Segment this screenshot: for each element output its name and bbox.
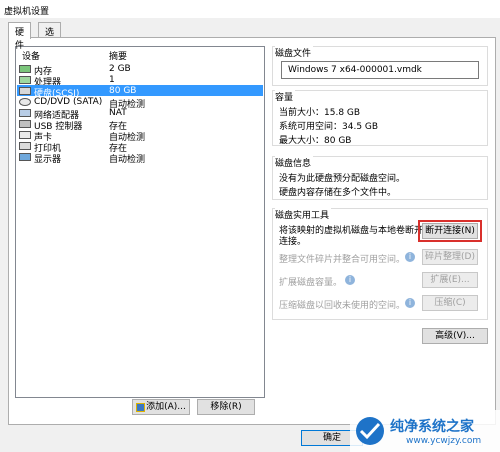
device-summary: 2 GB xyxy=(109,64,131,74)
disk-utilities-group: 磁盘实用工具 将该映射的虚拟机磁盘与本地卷断开 连接。 断开连接(N) 整理文件… xyxy=(272,208,488,320)
capacity-max: 最大大小：80 GB xyxy=(279,136,352,146)
defrag-button[interactable]: 碎片整理(D) xyxy=(422,249,478,265)
cdrom-icon xyxy=(19,98,31,106)
watermark-text: 纯净系统之家 xyxy=(390,419,474,435)
watermark-url: www.ycwjzy.com xyxy=(406,436,482,446)
disk-file-group: 磁盘文件 Windows 7 x64-000001.vmdk xyxy=(272,46,488,86)
column-summary: 摘要 xyxy=(109,52,128,62)
watermark: 纯净系统之家 www.ycwjzy.com xyxy=(350,410,500,452)
tab-options[interactable]: 选项 xyxy=(38,22,62,51)
uac-shield-icon xyxy=(136,403,145,412)
column-device: 设备 xyxy=(22,52,41,62)
add-device-label: 添加(A)... xyxy=(146,402,186,412)
device-row-processor[interactable]: 处理器 1 xyxy=(17,74,263,88)
expand-description: 扩展磁盘容量。 xyxy=(279,278,343,288)
capacity-title: 容量 xyxy=(275,90,296,103)
device-row-harddisk[interactable]: 硬盘(SCSI) 80 GB xyxy=(17,85,263,99)
disk-file-field[interactable]: Windows 7 x64-000001.vmdk xyxy=(281,61,479,79)
capacity-group: 容量 当前大小：15.8 GB 系统可用空间：34.5 GB 最大大小：80 G… xyxy=(272,90,488,146)
device-name: 显示器 xyxy=(34,155,62,165)
display-icon xyxy=(19,153,31,161)
advanced-button[interactable]: 高级(V)... xyxy=(422,328,488,344)
device-summary: 自动检测 xyxy=(109,155,146,165)
disconnect-description-2: 连接。 xyxy=(279,237,307,247)
compact-description: 压缩磁盘以回收未使用的空间。 xyxy=(279,301,406,311)
disk-info-title: 磁盘信息 xyxy=(275,156,314,169)
device-summary: 80 GB xyxy=(109,86,137,96)
info-icon: i xyxy=(405,252,415,262)
usb-icon xyxy=(19,120,31,128)
device-row-memory[interactable]: 内存 2 GB xyxy=(17,63,263,77)
network-icon xyxy=(19,109,31,117)
device-list[interactable]: 设备 摘要 内存 2 GB 处理器 1 硬盘(SCSI) 80 GB CD/DV… xyxy=(15,46,265,398)
info-icon: i xyxy=(405,298,415,308)
disk-info-group: 磁盘信息 没有为此硬盘预分配磁盘空间。 硬盘内容存储在多个文件中。 xyxy=(272,156,488,200)
processor-icon xyxy=(19,76,31,84)
device-row-display[interactable]: 显示器 自动检测 xyxy=(17,151,263,165)
tab-hardware[interactable]: 硬件 xyxy=(8,22,32,51)
sound-icon xyxy=(19,131,31,139)
disk-info-line2: 硬盘内容存储在多个文件中。 xyxy=(279,188,397,198)
printer-icon xyxy=(19,142,31,150)
device-list-header: 设备 摘要 xyxy=(16,49,264,62)
defrag-description: 整理文件碎片并整合可用空间。 xyxy=(279,255,406,265)
device-summary: 1 xyxy=(109,75,115,85)
info-icon: i xyxy=(345,275,355,285)
expand-button[interactable]: 扩展(E)... xyxy=(422,272,478,288)
device-row-sound[interactable]: 声卡 自动检测 xyxy=(17,129,263,143)
hardware-panel: 设备 摘要 内存 2 GB 处理器 1 硬盘(SCSI) 80 GB CD/DV… xyxy=(8,37,496,425)
disk-file-title: 磁盘文件 xyxy=(275,46,314,59)
harddisk-icon xyxy=(19,87,31,95)
device-row-printer[interactable]: 打印机 存在 xyxy=(17,140,263,154)
compact-button[interactable]: 压缩(C) xyxy=(422,295,478,311)
disk-utilities-title: 磁盘实用工具 xyxy=(275,208,332,221)
memory-icon xyxy=(19,65,31,73)
window-title: 虚拟机设置 xyxy=(0,0,500,18)
capacity-free: 系统可用空间：34.5 GB xyxy=(279,122,379,132)
capacity-current: 当前大小：15.8 GB xyxy=(279,108,361,118)
device-name: CD/DVD (SATA) xyxy=(34,97,103,107)
device-row-network[interactable]: 网络适配器 NAT xyxy=(17,107,263,121)
device-row-usb[interactable]: USB 控制器 存在 xyxy=(17,118,263,132)
device-row-cdrom[interactable]: CD/DVD (SATA) 自动检测 xyxy=(17,96,263,110)
disk-info-line1: 没有为此硬盘预分配磁盘空间。 xyxy=(279,174,406,184)
disconnect-button[interactable]: 断开连接(N) xyxy=(422,223,478,239)
remove-device-button[interactable]: 移除(R) xyxy=(197,399,255,415)
device-summary: NAT xyxy=(109,108,127,118)
add-device-button[interactable]: 添加(A)... xyxy=(132,399,190,415)
